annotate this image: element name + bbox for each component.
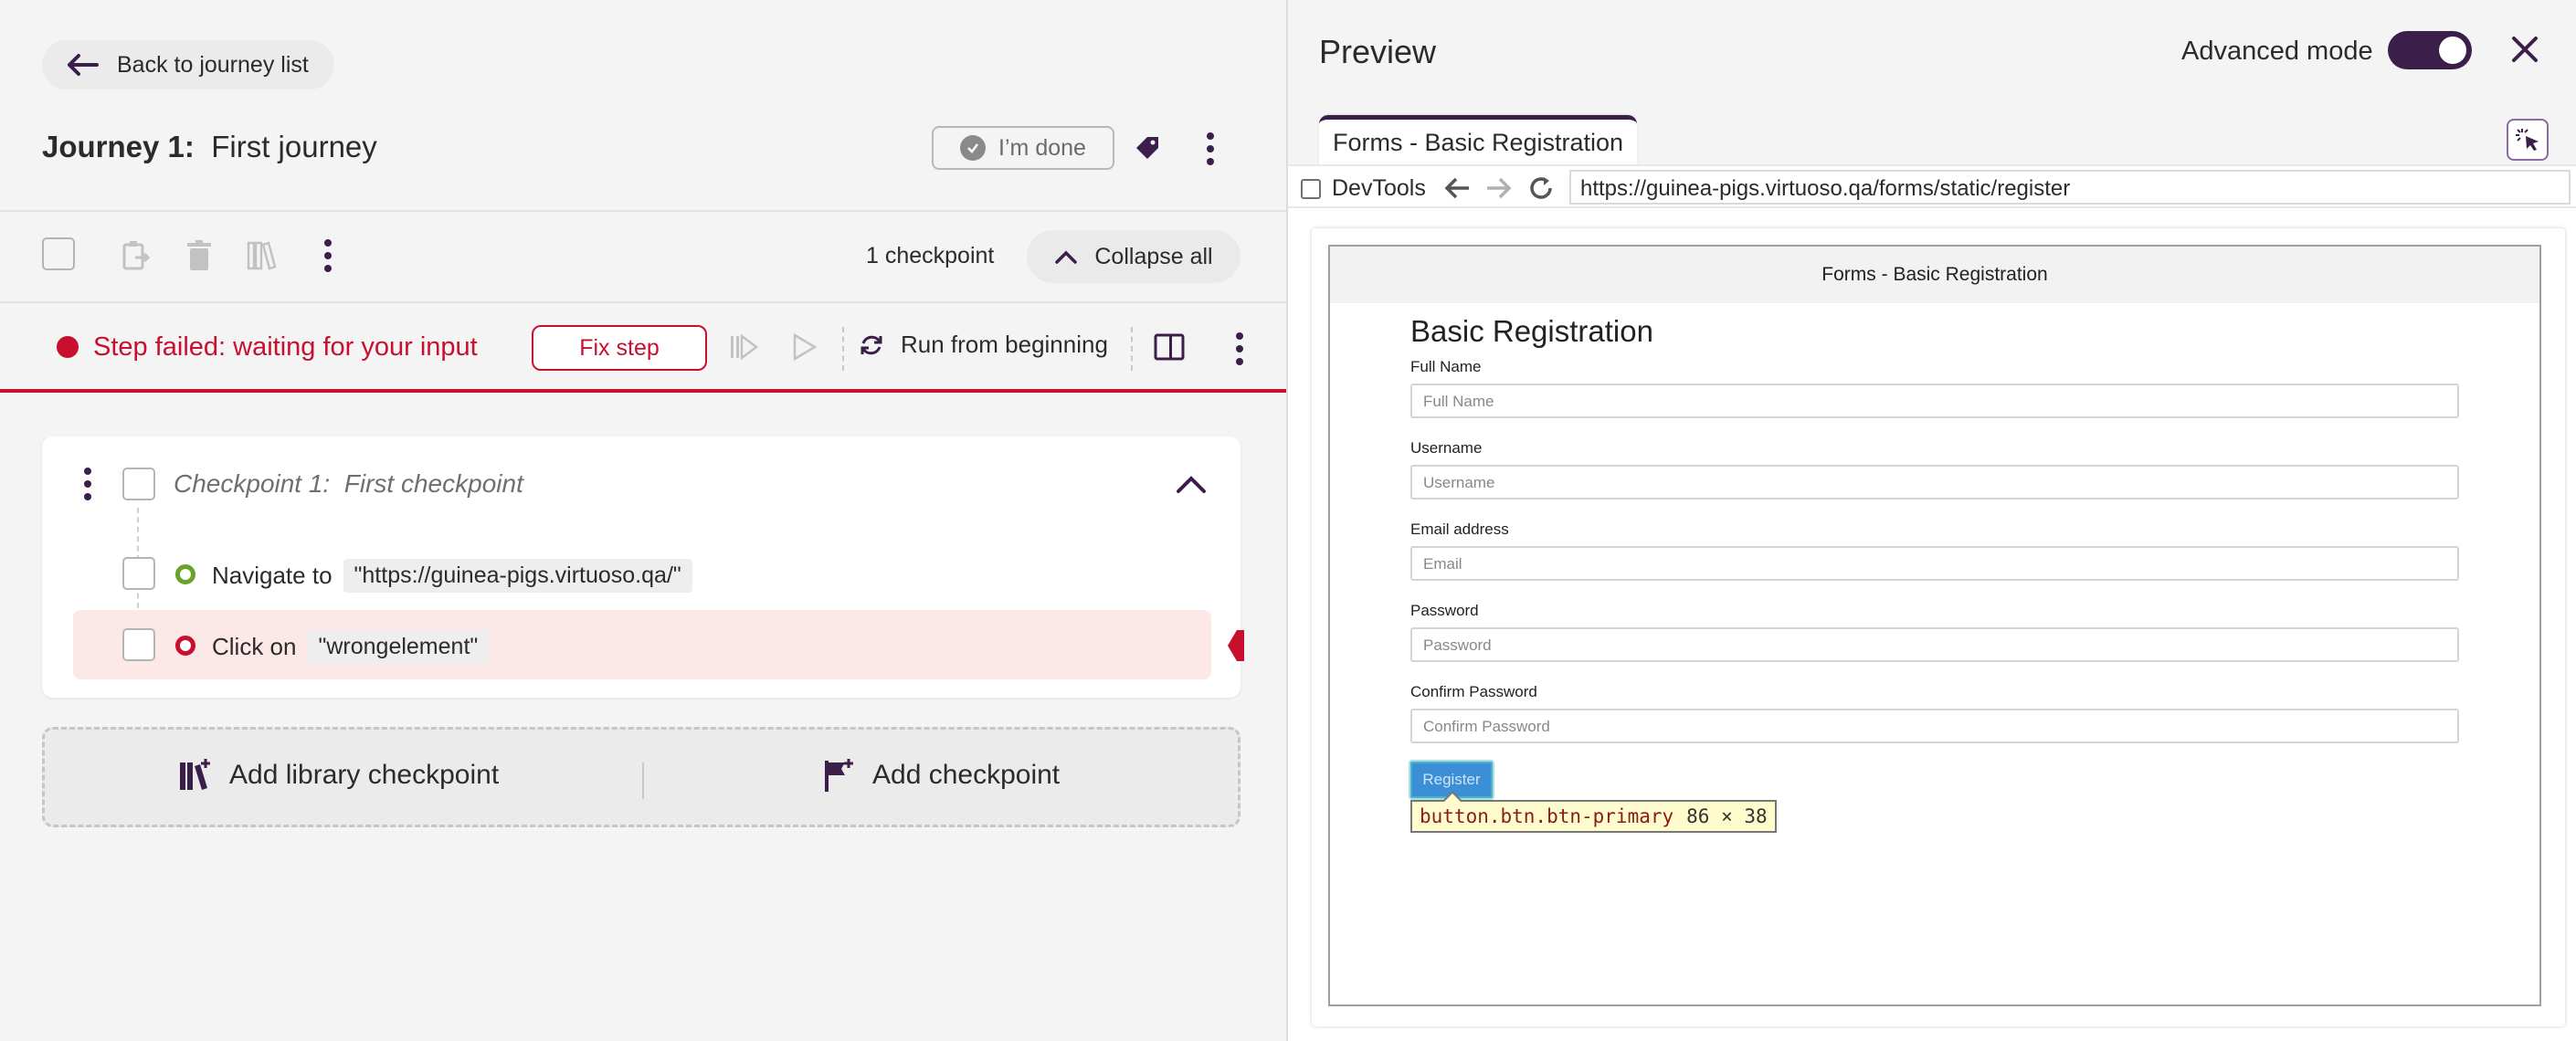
add-library-checkpoint-button[interactable]: Add library checkpoint: [178, 757, 499, 794]
status-menu-button[interactable]: [1226, 327, 1253, 371]
tooltip-size: 86 × 38: [1686, 805, 1768, 827]
reload-icon[interactable]: [1527, 175, 1557, 201]
advanced-mode-toggle[interactable]: [2388, 31, 2472, 69]
close-icon[interactable]: [2508, 33, 2541, 66]
field-label: Full Name: [1410, 358, 1482, 375]
embedded-browser: Forms - Basic Registration DevTools http…: [1288, 100, 2576, 1041]
cursor-click-icon: [2516, 129, 2539, 151]
journey-menu-button[interactable]: [1197, 128, 1224, 170]
copy-icon[interactable]: [117, 237, 153, 274]
chevron-up-icon: [1055, 250, 1078, 264]
run-from-beginning-button[interactable]: Run from beginning: [859, 331, 1108, 359]
journey-name[interactable]: First journey: [211, 130, 377, 163]
done-label: I’m done: [998, 134, 1086, 161]
arrow-left-icon: [68, 54, 99, 76]
checkpoint-prefix: Checkpoint 1:: [174, 469, 331, 498]
step-checkbox[interactable]: [122, 628, 155, 661]
checkpoint-title[interactable]: Checkpoint 1: First checkpoint: [174, 469, 523, 499]
step-checkbox[interactable]: [122, 557, 155, 590]
page-heading: Basic Registration: [1410, 314, 1653, 348]
add-checkpoint-area: Add library checkpoint Add checkpoint: [42, 727, 1240, 827]
run-label: Run from beginning: [901, 331, 1108, 358]
field-label: Email address: [1410, 520, 1509, 538]
step-target: "https://guinea-pigs.virtuoso.qa/": [343, 559, 692, 593]
library-add-icon: [180, 759, 210, 790]
divider: [1131, 327, 1133, 371]
library-icon[interactable]: [245, 237, 281, 274]
step-row[interactable]: Navigate to "https://guinea-pigs.virtuos…: [42, 539, 1211, 608]
chevron-up-icon[interactable]: [1175, 469, 1208, 497]
devtools-label: DevTools: [1332, 175, 1426, 201]
field-label: Confirm Password: [1410, 683, 1537, 700]
play-icon[interactable]: [787, 331, 820, 363]
back-to-journey-list-button[interactable]: Back to journey list: [42, 40, 334, 89]
check-circle-icon: [960, 135, 987, 161]
element-inspector-tooltip: button.btn.btn-primary 86 × 38: [1410, 791, 1777, 833]
checkpoint-toolbar: 1 checkpoint Collapse all: [0, 212, 1286, 301]
refresh-icon: [860, 335, 882, 354]
status-text: Step failed: waiting for your input: [93, 332, 478, 362]
full-name-input[interactable]: Full Name: [1410, 384, 2459, 418]
step-row-failed[interactable]: Click on "wrongelement": [73, 610, 1211, 679]
step-action: Navigate to: [212, 562, 333, 589]
journey-prefix: Journey 1:: [42, 130, 195, 163]
username-input[interactable]: Username: [1410, 465, 2459, 499]
im-done-button[interactable]: I’m done: [932, 126, 1114, 170]
step-text: Navigate to "https://guinea-pigs.virtuos…: [212, 559, 692, 593]
execution-status-bar: Step failed: waiting for your input Fix …: [0, 301, 1286, 393]
browser-nav-bar: DevTools https://guinea-pigs.virtuoso.qa…: [1288, 164, 2576, 208]
confirm-password-input[interactable]: Confirm Password: [1410, 709, 2459, 743]
error-status-dot: [57, 336, 79, 358]
back-label: Back to journey list: [117, 51, 309, 78]
page-header: Forms - Basic Registration: [1330, 247, 2539, 303]
add-checkpoint-label: Add checkpoint: [872, 760, 1061, 790]
checkpoint-name: First checkpoint: [343, 469, 523, 498]
url-bar[interactable]: https://guinea-pigs.virtuoso.qa/forms/st…: [1569, 170, 2571, 205]
step-action: Click on: [212, 633, 297, 660]
tab-strip: Forms - Basic Registration: [1288, 100, 2576, 166]
page-viewport: Forms - Basic Registration Basic Registr…: [1312, 228, 2565, 1026]
journey-title: Journey 1: First journey: [42, 130, 377, 164]
select-all-checkbox[interactable]: [42, 237, 75, 270]
toggle-knob: [2439, 37, 2466, 64]
tooltip-selector: button.btn.btn-primary: [1420, 805, 1674, 827]
checkpoint-count: 1 checkpoint: [866, 243, 995, 268]
element-picker-button[interactable]: [2507, 119, 2549, 161]
email-input[interactable]: Email: [1410, 546, 2459, 581]
collapse-all-button[interactable]: Collapse all: [1027, 230, 1240, 283]
devtools-checkbox[interactable]: [1301, 178, 1321, 199]
current-step-marker-icon: [1228, 630, 1244, 661]
step-status-failed-icon: [175, 636, 195, 656]
step-target: "wrongelement": [307, 630, 490, 664]
trash-icon[interactable]: [181, 237, 217, 274]
field-label: Username: [1410, 439, 1483, 457]
toolbar-menu-button[interactable]: [314, 234, 342, 278]
add-checkpoint-button[interactable]: Add checkpoint: [821, 757, 1060, 794]
checkpoint-card: Checkpoint 1: First checkpoint Navigate …: [42, 436, 1244, 698]
browser-tab[interactable]: Forms - Basic Registration: [1319, 115, 1637, 166]
tag-icon[interactable]: [1133, 133, 1162, 163]
checkpoint-checkbox[interactable]: [122, 468, 155, 500]
rendered-page: Forms - Basic Registration Basic Registr…: [1328, 245, 2541, 1006]
step-status-passed-icon: [175, 564, 195, 584]
step-forward-icon[interactable]: [727, 331, 760, 363]
fix-step-button[interactable]: Fix step: [532, 325, 707, 371]
flag-add-icon: [825, 759, 853, 792]
devtools-toggle[interactable]: DevTools: [1301, 175, 1426, 202]
step-text: Click on "wrongelement": [212, 630, 490, 664]
preview-title: Preview: [1319, 33, 1437, 70]
back-arrow-icon[interactable]: [1443, 175, 1473, 201]
password-input[interactable]: Password: [1410, 627, 2459, 662]
checkpoint-menu-button[interactable]: [77, 462, 99, 506]
add-library-label: Add library checkpoint: [229, 760, 500, 790]
divider: [842, 327, 844, 371]
forward-arrow-icon[interactable]: [1483, 175, 1513, 201]
divider: [642, 762, 644, 799]
journey-panel: Back to journey list Journey 1: First jo…: [0, 0, 1286, 1041]
collapse-label: Collapse all: [1094, 243, 1213, 269]
advanced-mode-label: Advanced mode: [2181, 37, 2373, 66]
field-label: Password: [1410, 602, 1479, 619]
split-view-icon[interactable]: [1153, 331, 1186, 363]
preview-panel: Preview Advanced mode Forms - Basic Regi…: [1286, 0, 2576, 1041]
